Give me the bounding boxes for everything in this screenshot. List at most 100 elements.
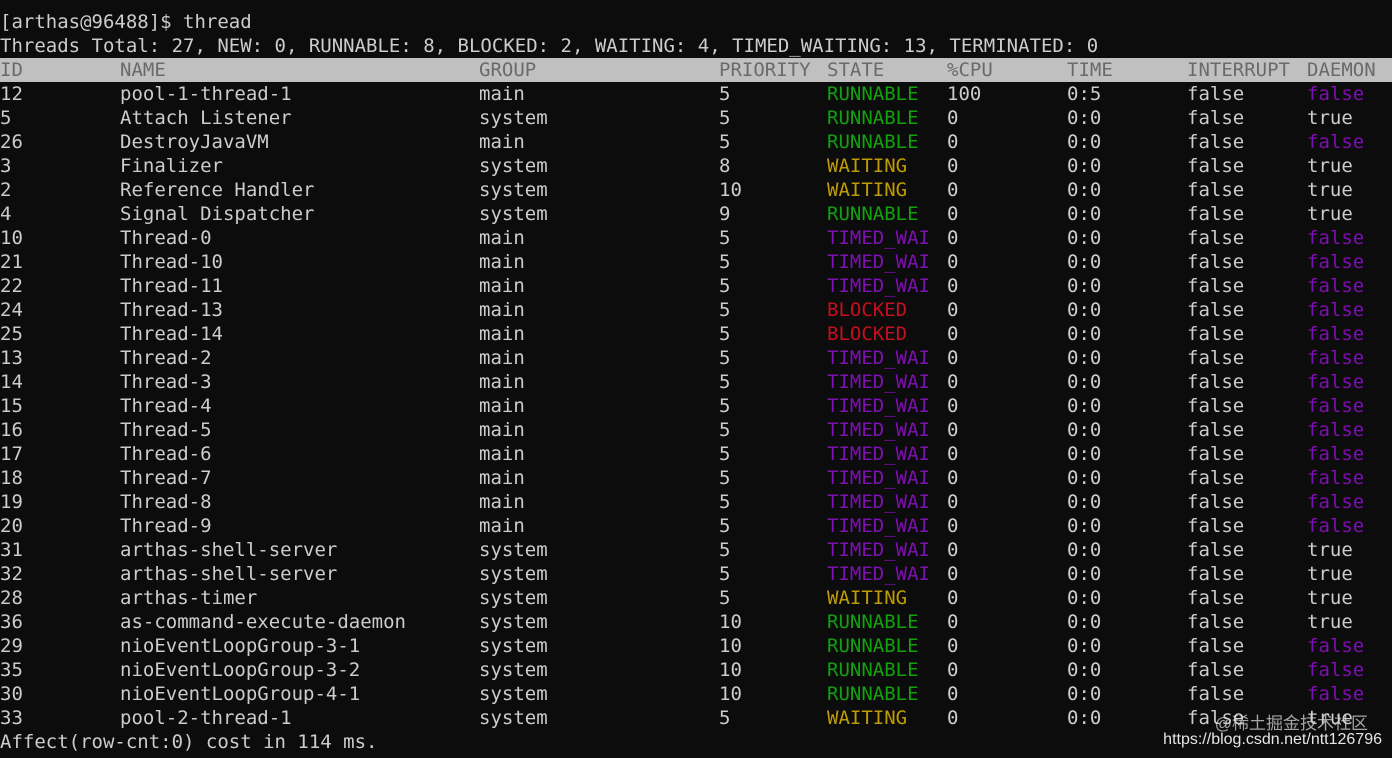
cell-daemon: true <box>1307 563 1353 585</box>
cell-daemon: false <box>1307 275 1365 297</box>
cell-interrupt: false <box>1187 491 1245 513</box>
header-cpu: %CPU <box>947 59 993 81</box>
cell-priority: 5 <box>719 371 731 393</box>
cell-state: RUNNABLE <box>827 635 919 657</box>
cell-daemon: true <box>1307 539 1353 561</box>
cell-id: 16 <box>0 419 23 441</box>
cell-id: 20 <box>0 515 23 537</box>
cell-id: 12 <box>0 83 23 105</box>
cell-cpu: 0 <box>947 443 959 465</box>
table-row: 32 arthas-shell-server system 5 TIMED_WAI 0 0:… <box>0 562 1392 586</box>
cell-time: 0:0 <box>1067 443 1102 465</box>
cell-state: TIMED_WAI <box>827 491 930 513</box>
cell-priority: 5 <box>719 491 731 513</box>
cell-group: main <box>479 491 525 513</box>
table-row: 20 Thread-9 main 5 TIMED_WAI 0 0:0 false false <box>0 514 1392 538</box>
cell-interrupt: false <box>1187 227 1245 249</box>
cell-id: 18 <box>0 467 23 489</box>
terminal-window[interactable]: [arthas@96488]$ thread Threads Total: 27… <box>0 0 1392 758</box>
prompt-line: [arthas@96488]$ thread <box>0 11 252 33</box>
cell-name: Thread-6 <box>120 443 212 465</box>
cell-name: arthas-shell-server <box>120 539 338 561</box>
cell-daemon: false <box>1307 323 1365 345</box>
cell-interrupt: false <box>1187 443 1245 465</box>
table-row: 14 Thread-3 main 5 TIMED_WAI 0 0:0 false false <box>0 370 1392 394</box>
table-row: 17 Thread-6 main 5 TIMED_WAI 0 0:0 false false <box>0 442 1392 466</box>
cell-cpu: 0 <box>947 563 959 585</box>
cell-interrupt: false <box>1187 563 1245 585</box>
cell-time: 0:0 <box>1067 683 1102 705</box>
cell-daemon: true <box>1307 107 1353 129</box>
cell-id: 25 <box>0 323 23 345</box>
cell-cpu: 0 <box>947 491 959 513</box>
cell-priority: 10 <box>719 611 742 633</box>
cell-time: 0:0 <box>1067 347 1102 369</box>
cell-state: WAITING <box>827 179 908 201</box>
header-time: TIME <box>1067 59 1113 81</box>
cell-time: 0:5 <box>1067 83 1102 105</box>
table-row: 13 Thread-2 main 5 TIMED_WAI 0 0:0 false false <box>0 346 1392 370</box>
cell-time: 0:0 <box>1067 323 1102 345</box>
cell-name: Finalizer <box>120 155 223 177</box>
cell-daemon: false <box>1307 419 1365 441</box>
cell-name: Thread-3 <box>120 371 212 393</box>
cell-cpu: 0 <box>947 371 959 393</box>
cell-state: TIMED_WAI <box>827 275 930 297</box>
cell-cpu: 0 <box>947 203 959 225</box>
cell-state: TIMED_WAI <box>827 539 930 561</box>
cell-name: as-command-execute-daemon <box>120 611 406 633</box>
table-header: ID NAME GROUP PRIORITY STATE %CPU TIME I… <box>0 58 1392 82</box>
cell-state: WAITING <box>827 707 908 729</box>
cell-name: Thread-9 <box>120 515 212 537</box>
cell-time: 0:0 <box>1067 179 1102 201</box>
cell-group: system <box>479 155 548 177</box>
cell-time: 0:0 <box>1067 611 1102 633</box>
cell-time: 0:0 <box>1067 491 1102 513</box>
cell-cpu: 0 <box>947 707 959 729</box>
cell-time: 0:0 <box>1067 107 1102 129</box>
cell-state: RUNNABLE <box>827 611 919 633</box>
table-row: 36 as-command-execute-daemon system 10 RUNNA… <box>0 610 1392 634</box>
cell-state: TIMED_WAI <box>827 515 930 537</box>
cell-daemon: true <box>1307 155 1353 177</box>
table-row: 33 pool-2-thread-1 system 5 WAITING 0 0:0 false… <box>0 706 1392 730</box>
cell-priority: 5 <box>719 227 731 249</box>
table-row: 22 Thread-11 main 5 TIMED_WAI 0 0:0 false false <box>0 274 1392 298</box>
cell-interrupt: false <box>1187 83 1245 105</box>
cell-name: arthas-shell-server <box>120 563 338 585</box>
cell-group: system <box>479 587 548 609</box>
cell-id: 24 <box>0 299 23 321</box>
cell-priority: 10 <box>719 179 742 201</box>
cell-state: TIMED_WAI <box>827 443 930 465</box>
table-row: 28 arthas-timer system 5 WAITING 0 0:0 false tru… <box>0 586 1392 610</box>
cell-name: pool-1-thread-1 <box>120 83 292 105</box>
cell-time: 0:0 <box>1067 395 1102 417</box>
cell-group: system <box>479 659 548 681</box>
cell-state: RUNNABLE <box>827 131 919 153</box>
cell-cpu: 0 <box>947 155 959 177</box>
cell-interrupt: false <box>1187 155 1245 177</box>
cell-group: system <box>479 107 548 129</box>
table-row: 35 nioEventLoopGroup-3-2 system 10 RUNNABLE 0… <box>0 658 1392 682</box>
cell-cpu: 0 <box>947 539 959 561</box>
cell-id: 28 <box>0 587 23 609</box>
cell-group: main <box>479 419 525 441</box>
header-state: STATE <box>827 59 885 81</box>
cell-id: 5 <box>0 107 12 129</box>
cell-cpu: 0 <box>947 587 959 609</box>
cell-cpu: 0 <box>947 683 959 705</box>
table-row: 26 DestroyJavaVM main 5 RUNNABLE 0 0:0 false fal… <box>0 130 1392 154</box>
cell-time: 0:0 <box>1067 515 1102 537</box>
cell-daemon: false <box>1307 491 1365 513</box>
cell-name: Thread-5 <box>120 419 212 441</box>
cell-priority: 8 <box>719 155 731 177</box>
summary-line: Threads Total: 27, NEW: 0, RUNNABLE: 8, … <box>0 35 1099 57</box>
cell-daemon: false <box>1307 371 1365 393</box>
cell-priority: 5 <box>719 107 731 129</box>
cell-group: system <box>479 539 548 561</box>
cell-name: Attach Listener <box>120 107 292 129</box>
cell-time: 0:0 <box>1067 155 1102 177</box>
cell-daemon: false <box>1307 659 1365 681</box>
cell-id: 30 <box>0 683 23 705</box>
cell-interrupt: false <box>1187 635 1245 657</box>
